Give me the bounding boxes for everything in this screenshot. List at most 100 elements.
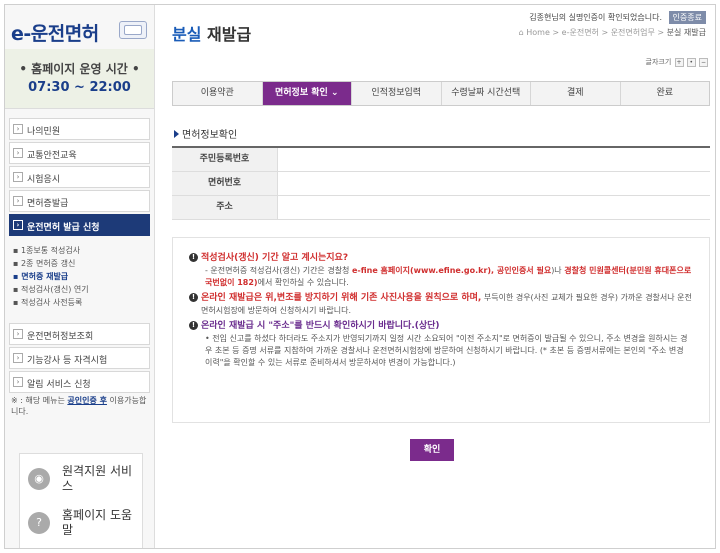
step-payment[interactable]: 결제 xyxy=(531,82,621,105)
step-complete[interactable]: 완료 xyxy=(621,82,710,105)
notice-body: - 운전면허증 적성검사(갱신) 기간은 경찰청 e-fine 홈페이지(www… xyxy=(201,265,693,289)
font-size-label: 글자크기 xyxy=(645,58,672,66)
sidebar-item-label: 교통안전교육 xyxy=(27,151,77,161)
row-label-address: 주소 xyxy=(172,196,278,219)
page-title: 분실 재발급 xyxy=(172,21,251,45)
submenu-item-current[interactable]: ▪ 면허증 재발급 xyxy=(13,270,146,283)
sidebar-item-traffic-education[interactable]: › 교통안전교육 xyxy=(9,142,150,164)
chevron-right-icon: › xyxy=(13,353,23,363)
sidebar-item-license-lookup[interactable]: › 운전면허정보조회 xyxy=(9,323,150,345)
hours-title: • 홈페이지 운영 시간 • xyxy=(19,62,140,76)
notice-heading: 온라인 재발급은 위,변조를 방지하기 위해 기존 사진사용을 원칙으로 하며, xyxy=(201,293,482,303)
step-pickup-time[interactable]: 수령날짜 시간선택 xyxy=(442,82,531,105)
step-terms[interactable]: 이용약관 xyxy=(173,82,263,105)
notice-heading: 온라인 재발급 시 "주소"를 반드시 확인하시기 바랍니다.(상단) xyxy=(201,321,440,331)
font-reset-button[interactable]: • xyxy=(686,57,696,67)
sidebar-item-instructor-exam[interactable]: › 기능강사 등 자격시험 xyxy=(9,347,150,369)
section-title: 면허정보확인 xyxy=(174,126,237,141)
submenu-label: 2종 면허증 갱신 xyxy=(20,259,76,268)
breadcrumb-current: 분실 재발급 xyxy=(666,28,706,37)
sidebar-submenu: ▪ 1종보통 적성검사 ▪ 2종 면허증 갱신 ▪ 면허증 재발급 ▪ 적성검사… xyxy=(9,238,150,315)
chevron-right-icon: › xyxy=(13,377,23,387)
chevron-right-icon: › xyxy=(13,148,23,158)
notice-text: 에서 확인하실 수 있습니다. xyxy=(257,278,349,287)
wifi-icon: ◉ xyxy=(28,468,50,490)
exclamation-icon: ! xyxy=(189,253,198,262)
page-title-highlight: 분실 xyxy=(172,25,202,44)
browser-frame: e-운전면허 • 홈페이지 운영 시간 • 07:30 ~ 22:00 › 나의… xyxy=(4,4,716,549)
font-larger-button[interactable]: + xyxy=(674,57,684,67)
sidebar-item-label: 운전면허정보조회 xyxy=(27,332,94,342)
sidebar: e-운전면허 • 홈페이지 운영 시간 • 07:30 ~ 22:00 › 나의… xyxy=(5,5,155,548)
chevron-right-icon: › xyxy=(13,196,23,206)
chevron-right-icon: › xyxy=(13,172,23,182)
notice-body: 온라인 재발급은 위,변조를 방지하기 위해 기존 사진사용을 원칙으로 하며,… xyxy=(201,292,693,317)
sidebar-item-alert-service[interactable]: › 알림 서비스 신청 xyxy=(9,371,150,393)
license-info-table: 주민등록번호 면허번호 주소 xyxy=(172,146,710,220)
notice-body: • 전입 신고를 하셨다 하더라도 주소지가 반영되기까지 일정 시간 소요되어… xyxy=(205,334,688,367)
sidebar-item-exam[interactable]: › 시험응시 xyxy=(9,166,150,188)
triangle-bullet-icon xyxy=(174,130,179,138)
notice-item: ! 적성검사(갱신) 기간 알고 계시는지요? - 운전면허증 적성검사(갱신)… xyxy=(189,252,693,289)
help-icon: ? xyxy=(28,512,50,534)
efine-link[interactable]: e-fine 홈페이지(www.efine.go.kr), 공인인증서 필요 xyxy=(352,266,551,275)
notice-heading: 적성검사(갱신) 기간 알고 계시는지요? xyxy=(201,253,349,263)
site-logo[interactable]: e-운전면허 xyxy=(11,19,99,46)
exclamation-icon: ! xyxy=(189,293,198,302)
submenu-label: 적성검사 사전등록 xyxy=(20,298,83,307)
submenu-label: 면허증 재발급 xyxy=(21,272,69,281)
sidebar-menu: › 나의민원 › 교통안전교육 › 시험응시 › 면허증발급 › 운전면허 발급… xyxy=(9,118,150,315)
notice-text: )나 xyxy=(551,266,565,275)
row-label-license-number: 면허번호 xyxy=(172,172,278,195)
table-row: 주소 xyxy=(172,196,710,220)
step-tabs: 이용약관 면허정보 확인 ⌄ 인적정보입력 수령날짜 시간선택 결제 완료 xyxy=(172,81,710,106)
sidebar-item-my-requests[interactable]: › 나의민원 xyxy=(9,118,150,140)
table-row: 면허번호 xyxy=(172,172,710,196)
site-help-link[interactable]: ? 홈페이지 도움말 xyxy=(28,506,140,542)
chevron-right-icon: › xyxy=(13,124,23,134)
sidebar-item-label: 알림 서비스 신청 xyxy=(27,380,91,390)
id-card-icon xyxy=(119,21,147,39)
main-content: 분실 재발급 김종현님의 실명인증이 확인되었습니다. 인증종료 ⌂ Home … xyxy=(156,5,715,548)
section-title-text: 면허정보확인 xyxy=(182,130,238,141)
sidebar-item-label: 나의민원 xyxy=(27,127,61,137)
row-label-resident-number: 주민등록번호 xyxy=(172,148,278,171)
hours-time: 07:30 ~ 22:00 xyxy=(28,80,131,95)
site-help-label: 홈페이지 도움말 xyxy=(62,508,133,537)
login-message: 김종현님의 실명인증이 확인되었습니다. xyxy=(529,13,662,22)
submenu-label: 1종보통 적성검사 xyxy=(20,246,81,255)
resident-number-value xyxy=(279,148,710,171)
step-license-info[interactable]: 면허정보 확인 ⌄ xyxy=(262,82,352,105)
auth-note: ※ : 해당 메뉴는 공인인증 후 이용가능합니다. xyxy=(11,395,149,417)
notice-item: ! 온라인 재발급 시 "주소"를 반드시 확인하시기 바랍니다.(상단) • … xyxy=(189,320,693,369)
table-row: 주민등록번호 xyxy=(172,148,710,172)
font-size-control: 글자크기 + • − xyxy=(646,57,708,67)
sidebar-item-license-issue[interactable]: › 면허증발급 xyxy=(9,190,150,212)
page-title-rest: 재발급 xyxy=(201,25,252,44)
submenu-item[interactable]: ▪ 적성검사 사전등록 xyxy=(13,296,146,309)
submenu-label: 적성검사(갱신) 연기 xyxy=(20,285,89,294)
breadcrumb: ⌂ Home > e-운전면허 > 운전면허업무 > 분실 재발급 xyxy=(519,27,706,38)
chevron-right-icon: › xyxy=(13,329,23,339)
remote-support-link[interactable]: ◉ 원격지원 서비스 xyxy=(28,462,140,498)
confirm-button[interactable]: 확인 xyxy=(410,439,454,461)
breadcrumb-path[interactable]: ⌂ Home > e-운전면허 > 운전면허업무 > xyxy=(519,28,667,37)
sidebar-item-label: 운전면허 발급 신청 xyxy=(27,223,100,233)
sidebar-item-license-application[interactable]: › 운전면허 발급 신청 xyxy=(9,214,150,236)
font-smaller-button[interactable]: − xyxy=(699,57,708,67)
sidebar-item-label: 기능강사 등 자격시험 xyxy=(27,356,108,366)
sidebar-menu-secondary: › 운전면허정보조회 › 기능강사 등 자격시험 › 알림 서비스 신청 xyxy=(9,323,150,395)
help-box: ◉ 원격지원 서비스 ? 홈페이지 도움말 xyxy=(19,453,143,548)
step-personal-info[interactable]: 인적정보입력 xyxy=(352,82,442,105)
submenu-item[interactable]: ▪ 적성검사(갱신) 연기 xyxy=(13,283,146,296)
submenu-item[interactable]: ▪ 2종 면허증 갱신 xyxy=(13,257,146,270)
license-number-value xyxy=(279,172,710,195)
notice-box: ! 적성검사(갱신) 기간 알고 계시는지요? - 운전면허증 적성검사(갱신)… xyxy=(172,237,710,423)
logout-button[interactable]: 인증종료 xyxy=(668,11,706,24)
auth-note-prefix: ※ : 해당 메뉴는 xyxy=(11,396,65,405)
remote-support-label: 원격지원 서비스 xyxy=(62,464,133,493)
auth-note-link[interactable]: 공인인증 후 xyxy=(67,396,107,405)
submenu-item[interactable]: ▪ 1종보통 적성검사 xyxy=(13,244,146,257)
chevron-right-icon: › xyxy=(13,220,23,230)
login-status: 김종현님의 실명인증이 확인되었습니다. 인증종료 xyxy=(529,11,706,24)
